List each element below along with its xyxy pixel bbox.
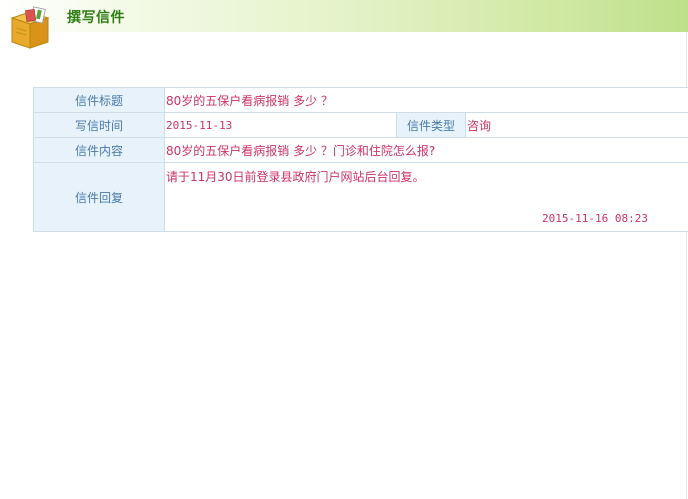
letter-reply-label: 信件回复 [33,162,165,232]
letter-type-label: 信件类型 [396,112,466,138]
letter-reply-value: 请于11月30日前登录县政府门户网站后台回复。 [166,170,425,184]
letter-content-value: 80岁的五保户看病报销 多少 ？门诊和住院怎么报? [163,137,688,163]
letter-reply-cell: 请于11月30日前登录县政府门户网站后台回复。 2015-11-16 08:23 [163,162,688,232]
mail-box-icon [10,6,50,49]
letter-date-value: 2015-11-13 [164,112,397,138]
letter-type-value: 咨询 [464,112,688,138]
table-row: 信件内容 80岁的五保户看病报销 多少 ？门诊和住院怎么报? [33,137,688,163]
letter-title-label: 信件标题 [33,87,165,113]
letter-content-label: 信件内容 [33,137,165,163]
page-header: 撰写信件 [0,0,688,49]
table-row: 信件标题 80岁的五保户看病报销 多少 ？ [33,87,688,113]
letter-reply-date: 2015-11-16 08:23 [542,212,649,225]
table-row: 信件回复 请于11月30日前登录县政府门户网站后台回复。 2015-11-16 … [33,162,688,232]
letter-title-value: 80岁的五保户看病报销 多少 ？ [163,87,688,113]
table-row: 写信时间 2015-11-13 信件类型 咨询 [33,112,688,138]
letter-detail-table: 信件标题 80岁的五保户看病报销 多少 ？ 写信时间 2015-11-13 信件… [33,87,688,232]
page-title: 撰写信件 [67,10,125,26]
letter-date-label: 写信时间 [33,112,165,138]
